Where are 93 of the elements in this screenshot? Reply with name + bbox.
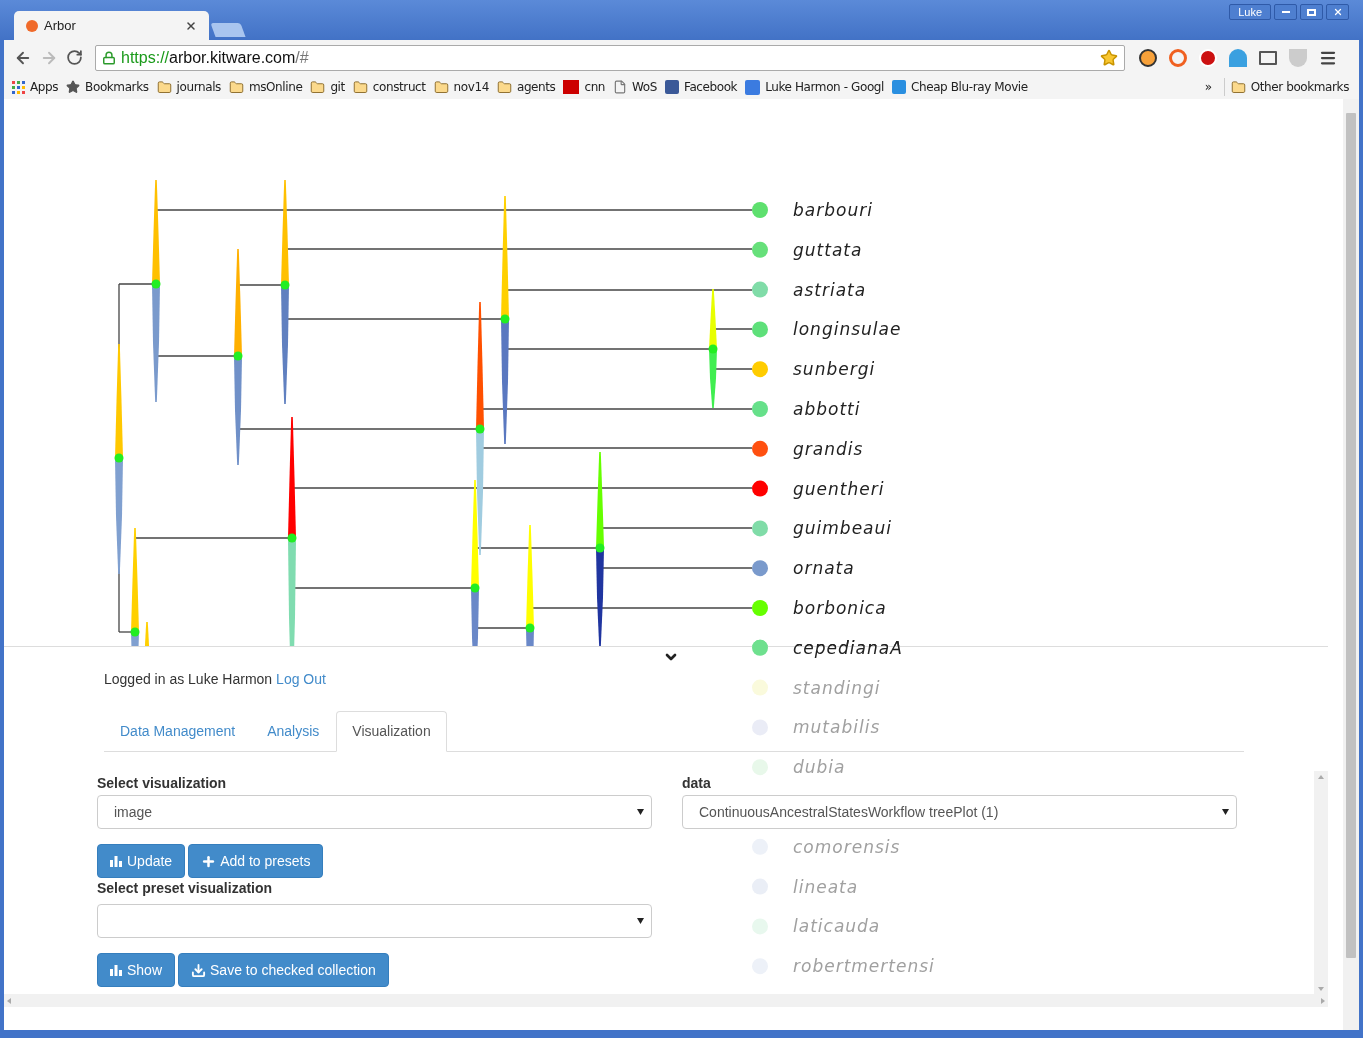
address-bar[interactable]: https://arbor.kitware.com/# [95,44,1125,71]
blog-logo-icon [892,80,906,94]
bookmark-item[interactable]: msOnline [228,78,303,96]
tab[interactable]: Analysis [252,711,335,751]
folder-icon [1230,79,1246,95]
species-label: robertmertensi [793,956,935,977]
folder-icon [310,79,326,95]
species-label: grandis [793,438,864,459]
species-label: astriata [793,279,867,300]
select-field[interactable]: image [97,795,652,829]
scroll-right-arrow-icon[interactable] [1321,997,1325,1004]
chart-icon [110,855,123,867]
maximize-icon [1307,8,1316,16]
species-label: standingi [793,677,881,698]
species-label: guttata [793,239,863,260]
bookmark-item[interactable]: Luke Harmon - Googl [745,78,884,96]
lock-icon [102,50,116,65]
plus-icon [201,853,217,869]
folder-icon [496,79,512,95]
tab[interactable]: Data Management [105,711,251,751]
star-icon [66,80,81,94]
apps-grid-icon [12,80,25,94]
dropdown-caret-icon [637,809,644,815]
folder-icon [156,79,172,95]
action-button[interactable]: Save to checked collection [178,953,389,987]
window-close-button[interactable] [1326,4,1349,20]
cast-icon[interactable] [1259,50,1277,65]
field-label: Select preset visualization [97,879,274,898]
species-label: dubia [793,757,846,778]
close-tab-icon[interactable] [185,19,197,32]
chart-icon [110,964,123,976]
species-label: longinsulae [793,319,902,340]
url-text: https://arbor.kitware.com/# [121,47,310,68]
scrollbar-thumb[interactable] [1346,113,1356,958]
scroll-left-arrow-icon[interactable] [7,997,11,1004]
log-out-link[interactable]: Log Out [276,669,326,690]
species-label: laticauda [793,916,881,937]
species-label: guimbeaui [793,518,892,539]
field-label: Select visualization [97,774,228,793]
species-label: mutabilis [793,717,881,738]
extension-icon[interactable] [1139,48,1157,67]
folder-icon [433,79,449,95]
bookmark-item[interactable]: git [310,78,345,96]
minimize-icon [1281,11,1290,13]
dropdown-caret-icon [637,918,644,924]
window-maximize-button[interactable] [1300,4,1323,20]
bookmark-item[interactable]: Other bookmarks [1230,78,1349,96]
new-tab-button[interactable] [210,23,246,37]
page-icon [613,80,628,94]
bookmark-item[interactable]: agents [496,78,556,96]
folder-icon [352,79,368,95]
field-label: data [682,774,712,793]
species-label: lineata [793,876,859,897]
bookmark-item[interactable]: Apps [12,78,59,96]
action-button[interactable]: Show [97,953,176,987]
bookmark-item[interactable]: journals [156,78,221,96]
species-label: ornata [793,558,855,579]
login-status-text: Logged in as Luke Harmon [104,670,273,689]
search-logo-icon [745,79,761,95]
select-field[interactable] [97,904,652,938]
species-label: abbotti [793,399,861,419]
tab-title: Arbor [44,16,77,35]
species-label: borbonica [793,598,887,618]
bookmark-item[interactable]: cnn [563,78,606,96]
select-field[interactable]: ContinuousAncestralStatesWorkflow treePlot (1) [682,795,1237,829]
species-label: cepedianaA [793,637,903,658]
dropdown-caret-icon [1222,809,1229,815]
species-label: sunbergi [793,359,876,380]
bookmark-item[interactable]: nov14 [433,78,489,96]
species-label: barbouri [793,200,873,220]
bookmark-item[interactable]: Cheap Blu-ray Movie [892,78,1028,96]
social-logo-icon [665,80,679,94]
bookmark-item[interactable]: Bookmarks [66,78,149,96]
profile-button[interactable]: Luke [1229,4,1271,20]
news-logo-icon [563,80,580,94]
reload-icon[interactable] [66,49,83,66]
window-minimize-button[interactable] [1274,4,1297,20]
scroll-up-arrow-icon[interactable] [1318,775,1324,779]
browser-tab[interactable]: Arbor [14,11,209,40]
species-label: guentheri [793,478,885,499]
action-button[interactable]: Update [97,844,186,878]
bookmark-star-icon[interactable] [1100,48,1118,67]
tab[interactable]: Visualization [336,711,447,752]
species-label: comorensis [793,836,901,857]
favicon-icon [26,19,38,32]
folder-icon [228,79,244,95]
action-button[interactable]: Add to presets [188,844,324,878]
bookmark-item[interactable]: WoS [613,78,657,96]
bookmark-item[interactable]: construct [352,78,426,96]
download-icon [191,962,207,978]
more-bookmarks-button[interactable]: » [1204,78,1212,96]
bookmark-item[interactable]: Facebook [665,78,738,96]
close-icon [1332,7,1343,17]
